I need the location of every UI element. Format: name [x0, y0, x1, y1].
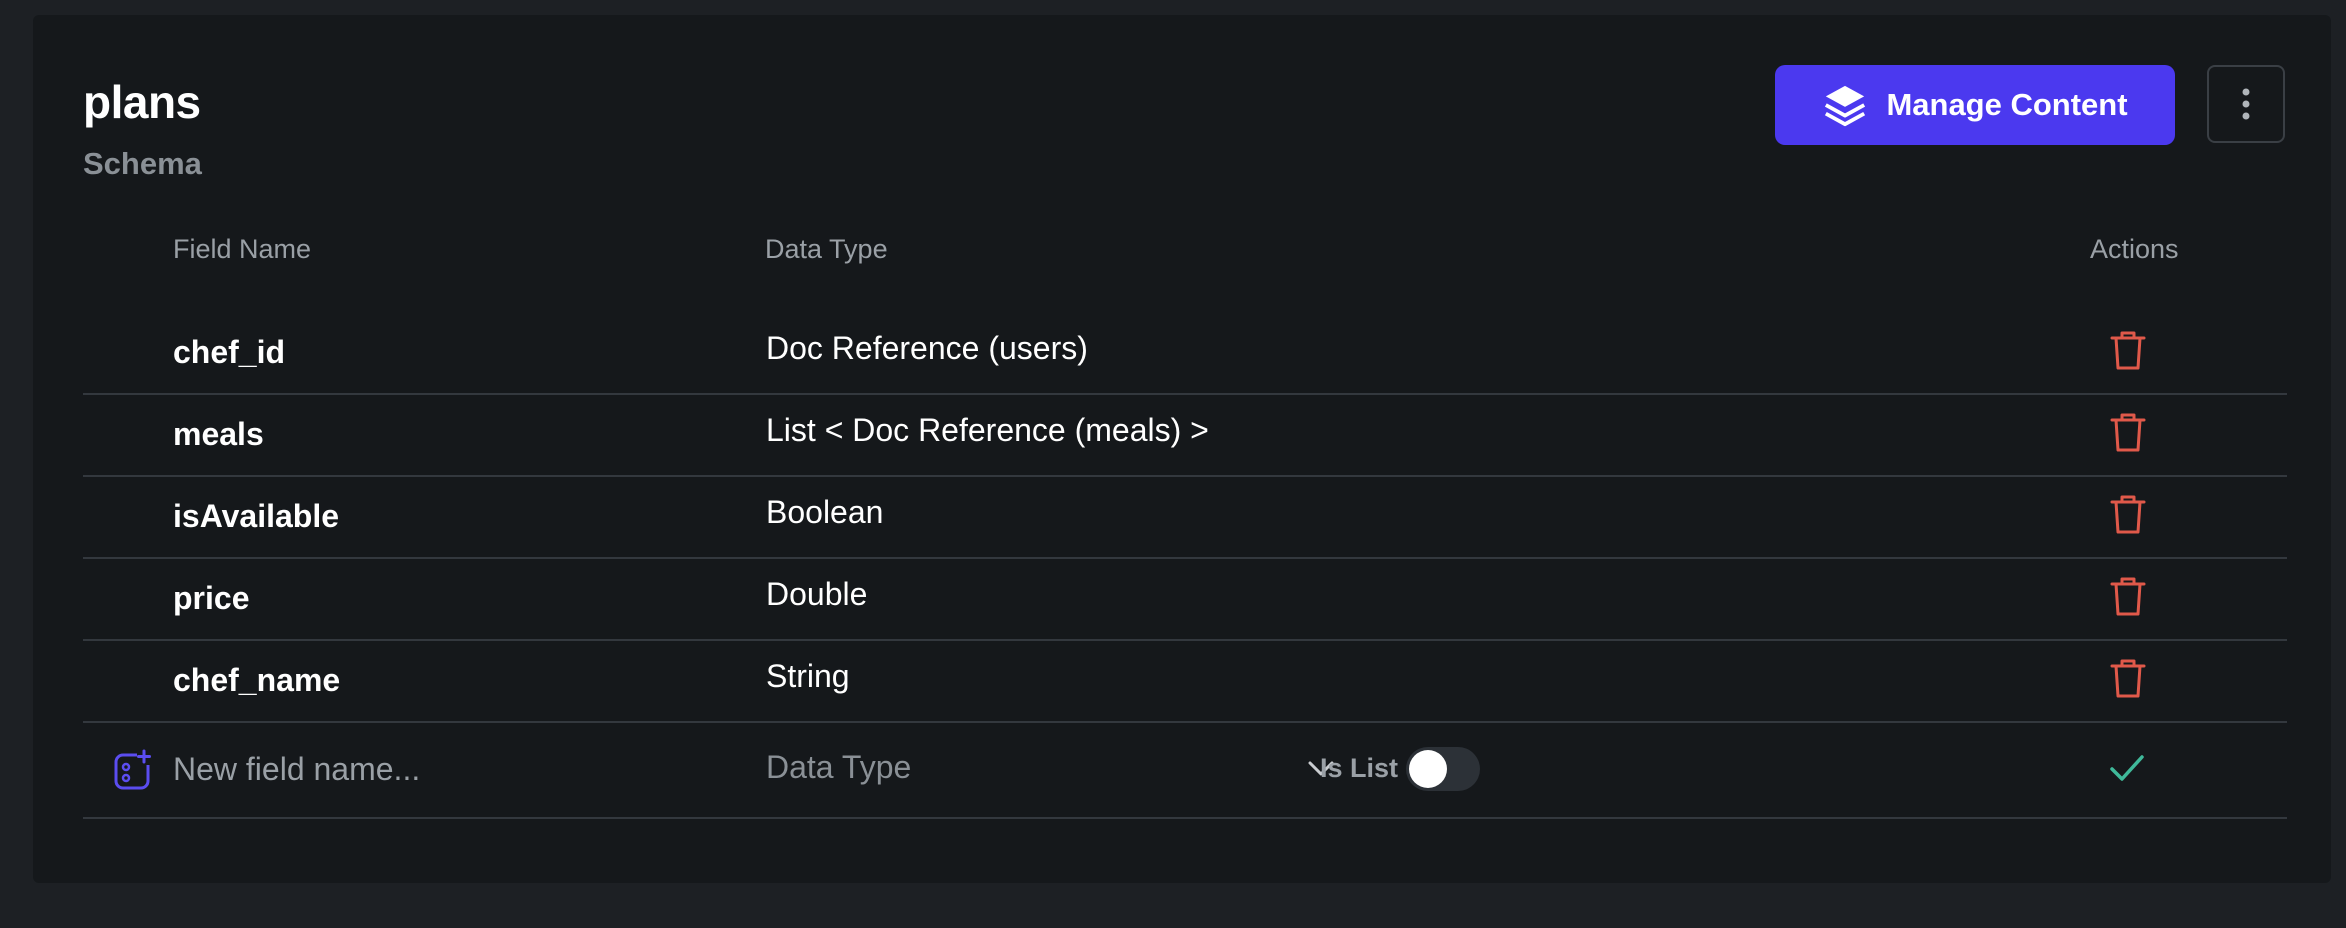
field-name: chef_id: [173, 334, 286, 370]
data-type-placeholder: Data Type: [766, 749, 912, 785]
check-icon[interactable]: [2108, 751, 2146, 785]
field-data-type: Boolean: [766, 494, 884, 530]
trash-icon[interactable]: [2108, 328, 2148, 372]
column-header-field-name: Field Name: [173, 234, 312, 264]
field-data-type: Doc Reference (users): [766, 330, 1088, 366]
collection-subtitle: Schema: [83, 146, 202, 181]
more-vertical-icon: [2242, 88, 2250, 120]
column-header-actions: Actions: [2090, 234, 2179, 264]
add-field-icon: [114, 749, 153, 790]
more-options-button[interactable]: [2207, 65, 2285, 143]
field-data-type: Double: [766, 576, 868, 612]
trash-icon[interactable]: [2108, 492, 2148, 536]
field-name: meals: [173, 416, 264, 452]
manage-content-label: Manage Content: [1886, 87, 2128, 122]
field-name: chef_name: [173, 662, 341, 698]
new-field-name-input[interactable]: [171, 743, 735, 795]
table-row: isAvailable Boolean: [83, 476, 2287, 559]
layers-icon: [1825, 85, 1866, 127]
trash-icon[interactable]: [2108, 656, 2148, 700]
field-name: price: [173, 580, 250, 616]
manage-content-button[interactable]: Manage Content: [1775, 65, 2175, 145]
trash-icon[interactable]: [2108, 410, 2148, 454]
table-row: chef_name String: [83, 640, 2287, 723]
data-type-dropdown[interactable]: Data Type: [766, 741, 1346, 795]
trash-icon[interactable]: [2108, 574, 2148, 618]
column-header-data-type: Data Type: [765, 234, 888, 264]
table-row: meals List < Doc Reference (meals) >: [83, 394, 2287, 477]
is-list-label: Is List: [1320, 753, 1399, 783]
schema-card: plans Schema Manage Content Field Name D…: [33, 15, 2331, 883]
new-field-row: Data Type Is List: [83, 721, 2287, 819]
table-row: price Double: [83, 558, 2287, 641]
is-list-toggle[interactable]: [1406, 747, 1480, 791]
toggle-knob: [1409, 750, 1447, 788]
field-name: isAvailable: [173, 498, 340, 534]
field-data-type: String: [766, 658, 850, 694]
field-data-type: List < Doc Reference (meals) >: [766, 412, 1209, 448]
collection-title: plans: [83, 76, 201, 128]
table-row: chef_id Doc Reference (users): [83, 312, 2287, 395]
